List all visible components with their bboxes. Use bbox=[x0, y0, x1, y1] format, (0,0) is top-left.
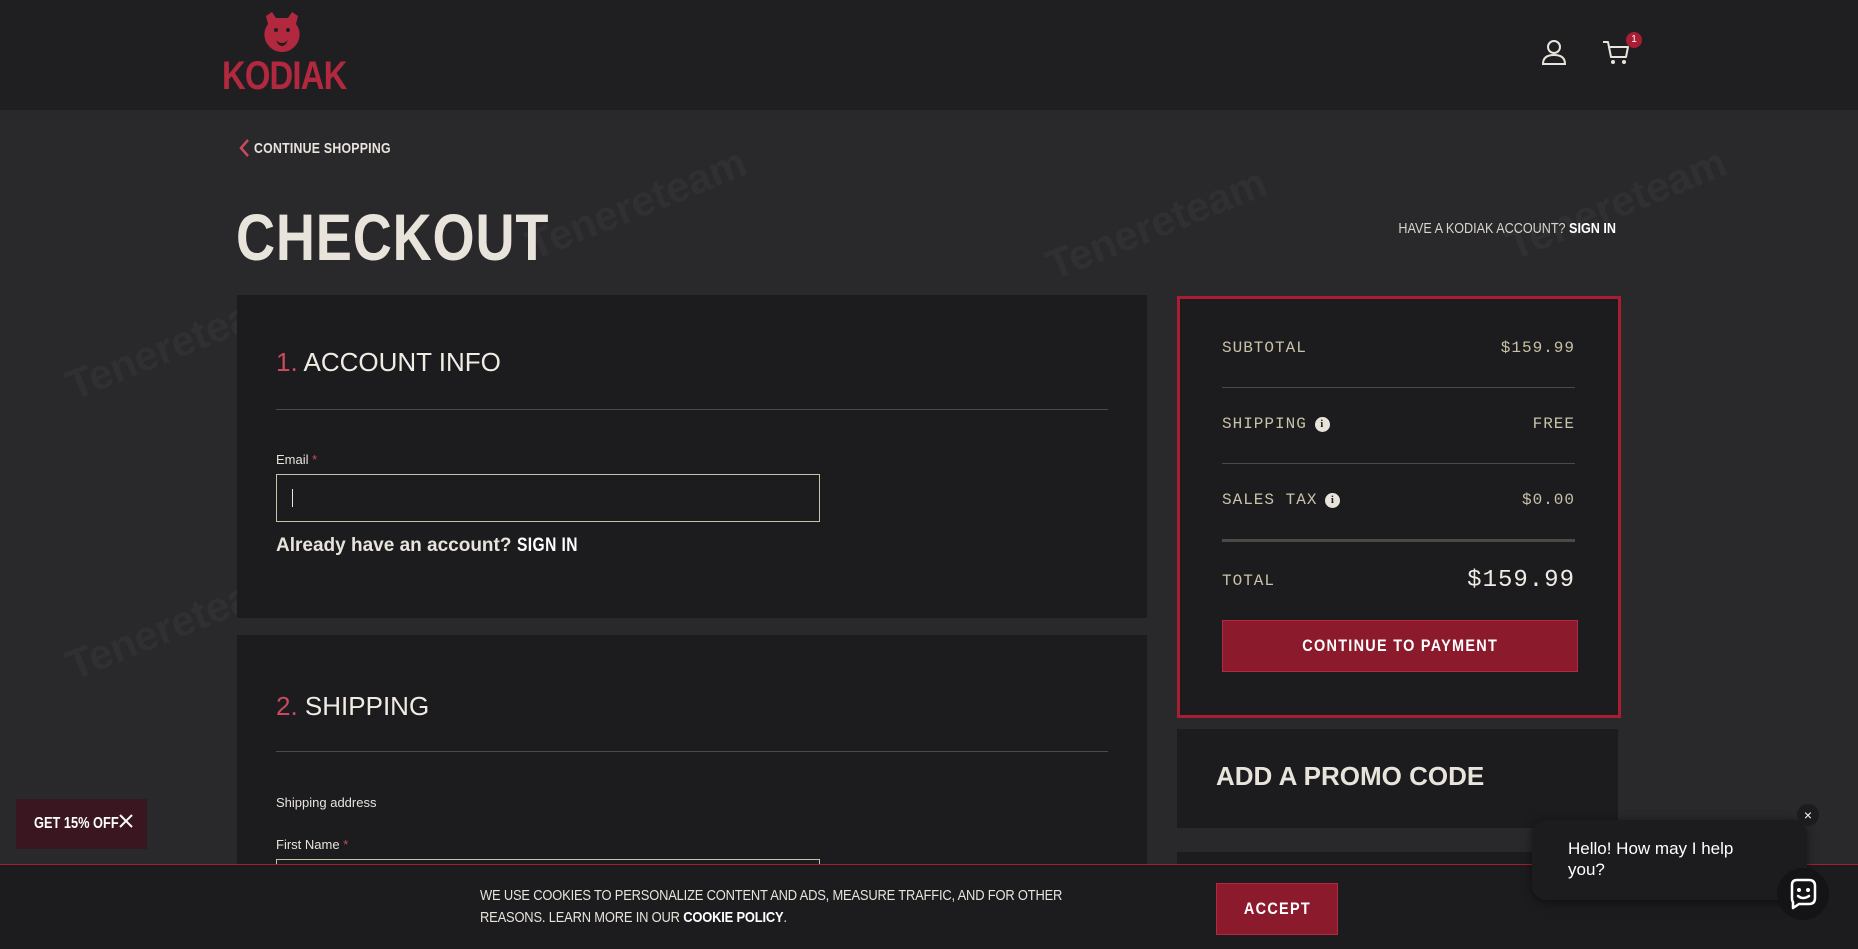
accept-label: ACCEPT bbox=[1243, 899, 1311, 918]
divider bbox=[1222, 463, 1575, 464]
step-number: 1. bbox=[276, 347, 298, 377]
step-title: SHIPPING bbox=[304, 691, 430, 721]
first-name-label-text: First Name bbox=[276, 837, 340, 852]
shipping-label-group: SHIPPING i bbox=[1222, 415, 1330, 433]
first-name-label: First Name * bbox=[276, 837, 348, 852]
total-row: TOTAL $159.99 bbox=[1222, 567, 1575, 594]
chat-close-button[interactable]: × bbox=[1797, 804, 1819, 826]
chat-launcher-button[interactable] bbox=[1777, 868, 1829, 920]
have-account-text: HAVE A KODIAK ACCOUNT? bbox=[1398, 220, 1566, 237]
sales-tax-row: SALES TAX i $0.00 bbox=[1222, 491, 1575, 509]
required-mark: * bbox=[312, 452, 318, 467]
sign-in-link[interactable]: SIGN IN bbox=[517, 535, 578, 557]
bear-logo-icon bbox=[264, 12, 300, 52]
page-title: CHECKOUT bbox=[236, 200, 550, 274]
continue-to-payment-label: CONTINUE TO PAYMENT bbox=[1302, 636, 1498, 655]
watermark: Tenereteam bbox=[1039, 158, 1273, 290]
text-caret bbox=[292, 489, 293, 507]
account-info-heading: 1. ACCOUNT INFO bbox=[276, 347, 501, 378]
sales-tax-value: $0.00 bbox=[1521, 491, 1575, 509]
total-value: $159.99 bbox=[1467, 567, 1575, 594]
user-icon[interactable] bbox=[1538, 36, 1570, 68]
step-number: 2. bbox=[276, 691, 298, 721]
required-mark: * bbox=[343, 837, 349, 852]
already-text: Already have an account? bbox=[276, 535, 512, 556]
sales-tax-label: SALES TAX bbox=[1222, 491, 1318, 509]
email-input[interactable] bbox=[276, 474, 820, 522]
already-have-account: Already have an account? SIGN IN bbox=[276, 535, 591, 557]
cart-count-badge: 1 bbox=[1626, 32, 1642, 48]
chat-greeting: Hello! How may I help you? bbox=[1568, 839, 1734, 879]
shipping-heading: 2. SHIPPING bbox=[276, 691, 429, 722]
watermark: Tenereteam bbox=[519, 138, 753, 270]
continue-to-payment-button[interactable]: CONTINUE TO PAYMENT bbox=[1222, 620, 1578, 672]
total-label: TOTAL bbox=[1222, 571, 1276, 590]
smiley-chat-icon bbox=[1790, 878, 1817, 910]
chat-greeting-bubble[interactable]: Hello! How may I help you? bbox=[1532, 820, 1807, 900]
header-sign-in-link[interactable]: SIGN IN bbox=[1569, 220, 1616, 237]
logo-text: KODIAK bbox=[222, 54, 347, 98]
continue-shopping-link[interactable]: CONTINUE SHOPPING bbox=[238, 138, 421, 158]
chevron-left-icon bbox=[239, 139, 249, 157]
have-account-prompt: HAVE A KODIAK ACCOUNT? SIGN IN bbox=[1398, 220, 1616, 237]
email-label: Email * bbox=[276, 452, 317, 467]
watermark: Tenereteam bbox=[1499, 138, 1733, 270]
divider bbox=[276, 751, 1108, 752]
cookie-message: WE USE COOKIES TO PERSONALIZE CONTENT AN… bbox=[480, 885, 1073, 929]
info-icon[interactable]: i bbox=[1325, 492, 1341, 508]
tax-label-group: SALES TAX i bbox=[1222, 491, 1341, 509]
shipping-row: SHIPPING i FREE bbox=[1222, 415, 1575, 433]
account-info-section: 1. ACCOUNT INFO Email * Already have an … bbox=[237, 295, 1147, 618]
shipping-address-label: Shipping address bbox=[276, 795, 377, 810]
continue-shopping-label: CONTINUE SHOPPING bbox=[254, 139, 391, 157]
email-label-text: Email bbox=[276, 452, 309, 467]
cookie-period: . bbox=[783, 909, 787, 926]
subtotal-value: $159.99 bbox=[1500, 339, 1575, 357]
divider bbox=[276, 409, 1108, 410]
promo-code-title: ADD A PROMO CODE bbox=[1216, 761, 1485, 791]
shipping-value: FREE bbox=[1532, 415, 1575, 433]
accept-cookies-button[interactable]: ACCEPT bbox=[1216, 883, 1338, 935]
total-divider bbox=[1222, 539, 1575, 542]
discount-tab[interactable]: GET 15% OFF bbox=[16, 799, 147, 849]
info-icon[interactable]: i bbox=[1314, 416, 1330, 432]
step-title: ACCOUNT INFO bbox=[303, 347, 501, 377]
cookie-policy-link[interactable]: COOKIE POLICY bbox=[683, 909, 783, 926]
discount-label: GET 15% OFF bbox=[34, 815, 119, 832]
close-icon[interactable] bbox=[116, 811, 136, 831]
order-summary: SUBTOTAL $159.99 SHIPPING i FREE SALES T… bbox=[1177, 296, 1621, 718]
subtotal-row: SUBTOTAL $159.99 bbox=[1222, 339, 1575, 357]
promo-code-section[interactable]: ADD A PROMO CODE bbox=[1177, 729, 1618, 828]
divider bbox=[1222, 387, 1575, 388]
kodiak-logo[interactable]: KODIAK bbox=[222, 10, 347, 98]
subtotal-label: SUBTOTAL bbox=[1222, 339, 1307, 357]
shipping-label: SHIPPING bbox=[1222, 415, 1307, 433]
site-header: KODIAK 1 bbox=[0, 0, 1858, 110]
